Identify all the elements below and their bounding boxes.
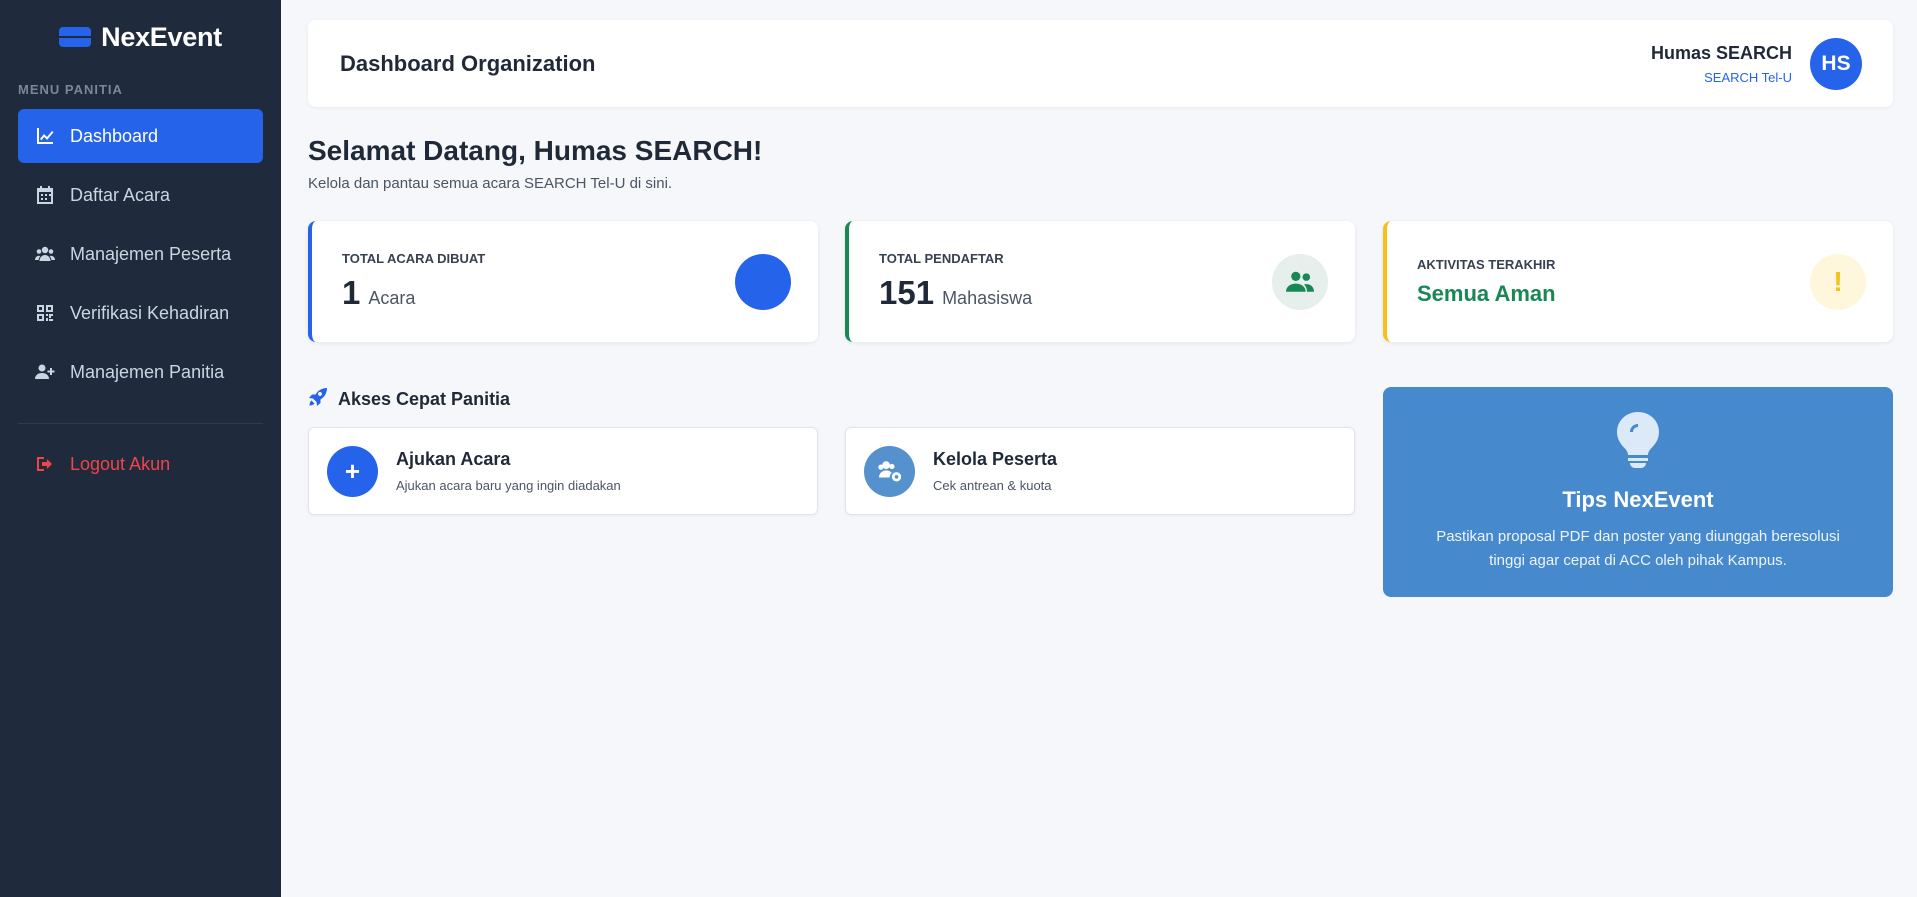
stat-unit: Mahasiswa [942,288,1033,308]
plus-icon: + [327,445,378,497]
top-header: Dashboard Organization Humas SEARCH SEAR… [308,20,1893,107]
user-profile[interactable]: Humas SEARCH SEARCH Tel-U HS [1651,37,1862,90]
sidebar-item-manajemen-peserta[interactable]: Manajemen Peserta [18,227,263,281]
sidebar-item-label: Verifikasi Kehadiran [70,302,230,323]
tips-title: Tips NexEvent [1562,487,1714,512]
user-organization: SEARCH Tel-U [1704,69,1792,85]
quick-access-title: Akses Cepat Panitia [338,389,511,409]
quick-card-description: Ajukan acara baru yang ingin diadakan [396,478,621,493]
quick-card-title: Kelola Peserta [933,449,1058,469]
stat-value: 1 [342,274,361,311]
menu-section-label: MENU PANITIA [18,82,123,97]
logout-button[interactable]: Logout Akun [0,442,281,486]
sidebar: NexEvent MENU PANITIA Dashboard Daftar A… [0,0,281,897]
calendar-icon [735,253,791,310]
tips-text: Pastikan proposal PDF dan poster yang di… [1436,528,1840,569]
welcome-subtitle: Kelola dan pantau semua acara SEARCH Tel… [308,175,673,192]
users-icon [1272,253,1328,310]
quick-access-heading: Akses Cepat Panitia [308,387,510,412]
quick-card-title: Ajukan Acara [396,449,511,469]
sidebar-item-label: Dashboard [70,125,159,146]
brand[interactable]: NexEvent [0,0,281,74]
welcome-title: Selamat Datang, Humas SEARCH! [308,135,763,166]
stat-value: 151 [879,274,935,311]
user-name: Humas SEARCH [1650,42,1792,63]
quick-card-description: Cek antrean & kuota [933,478,1052,493]
sidebar-item-label: Manajemen Peserta [70,243,232,264]
lightbulb-icon [1383,412,1893,473]
sidebar-item-label: Manajemen Panitia [70,361,225,382]
sidebar-item-daftar-acara[interactable]: Daftar Acara [18,168,263,222]
user-info: Humas SEARCH SEARCH Tel-U [1651,43,1792,85]
chart-line-icon [34,125,56,147]
stat-label: TOTAL ACARA DIBUAT [342,251,486,266]
sidebar-item-manajemen-panitia[interactable]: Manajemen Panitia [18,345,263,399]
stat-card-total-acara: TOTAL ACARA DIBUAT 1 Acara [308,221,818,342]
qrcode-icon [34,302,56,324]
tips-card: Tips NexEvent Pastikan proposal PDF dan … [1383,387,1893,597]
logout-icon [34,453,56,475]
brand-name: NexEvent [101,21,222,52]
stat-card-aktivitas-terakhir: AKTIVITAS TERAKHIR Semua Aman ! [1383,221,1893,342]
stat-status: Semua Aman [1417,280,1556,306]
avatar[interactable]: HS [1810,37,1862,90]
calendar-icon [34,184,56,206]
page-title: Dashboard Organization [340,50,596,76]
user-plus-icon [34,361,56,383]
stat-card-total-pendaftar: TOTAL PENDAFTAR 151 Mahasiswa [845,221,1355,342]
exclamation-icon: ! [1810,253,1866,310]
sidebar-divider [18,423,263,424]
rocket-icon [308,387,328,412]
stat-label: TOTAL PENDAFTAR [879,251,1004,266]
sidebar-item-verifikasi-kehadiran[interactable]: Verifikasi Kehadiran [18,286,263,340]
stat-unit: Acara [368,288,416,308]
users-icon [34,243,56,265]
logout-label: Logout Akun [70,453,171,474]
sidebar-nav: Dashboard Daftar Acara Manajemen Peserta… [0,109,281,399]
users-cog-icon [864,445,915,497]
quick-card-kelola-peserta[interactable]: Kelola Peserta Cek antrean & kuota [845,427,1355,515]
ticket-icon [59,27,92,47]
sidebar-item-dashboard[interactable]: Dashboard [18,109,263,163]
stat-label: AKTIVITAS TERAKHIR [1417,256,1556,272]
quick-card-ajukan-acara[interactable]: + Ajukan Acara Ajukan acara baru yang in… [308,427,818,515]
sidebar-item-label: Daftar Acara [70,184,171,205]
